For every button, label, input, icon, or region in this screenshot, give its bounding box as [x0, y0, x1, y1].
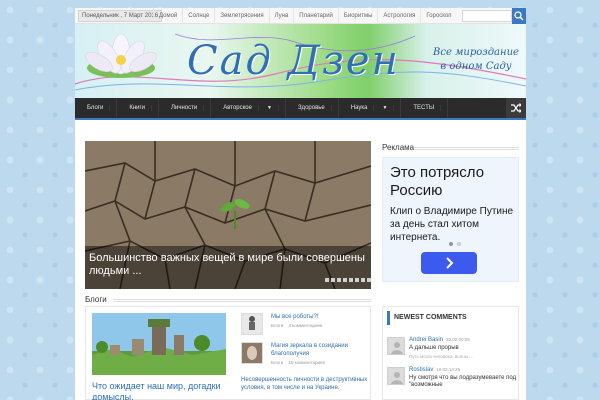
- shuffle-icon: [511, 103, 521, 113]
- blog-item-author[interactable]: Блоги: [271, 360, 283, 365]
- ad-heading: Реклама: [382, 143, 415, 152]
- featured-slider[interactable]: Большинство важных вещей в мире были сов…: [85, 141, 371, 289]
- robot-figure-icon: [242, 314, 262, 334]
- main-nav-label: Здоровье: [291, 105, 332, 111]
- blog-thumbnail[interactable]: [241, 342, 263, 364]
- slider-dot[interactable]: [343, 278, 347, 282]
- mirror-hands-icon: [242, 343, 262, 363]
- main-nav-persons[interactable]: Личности: [159, 98, 212, 118]
- main-nav-label: Книги: [123, 105, 153, 111]
- blog-thumbnail[interactable]: [241, 313, 263, 335]
- ad-dot[interactable]: [457, 242, 461, 246]
- main-nav-label: ТЕСТЫ: [407, 105, 442, 111]
- slider-caption[interactable]: Большинство важных вещей в мире были сов…: [85, 246, 371, 289]
- top-nav-earthquakes[interactable]: Землетрясения: [214, 8, 268, 24]
- widget-title: NEWEST COMMENTS: [387, 311, 516, 325]
- ad-banner[interactable]: Это потрясло Россию Клип о Владимире Пут…: [382, 157, 519, 282]
- main-nav-science[interactable]: Наука ▼: [339, 98, 402, 118]
- blog-item-title[interactable]: Магия зеркала в созидании благополучия: [271, 342, 371, 358]
- top-nav-moon[interactable]: Луна: [268, 8, 294, 24]
- blogs-heading-divider: [113, 299, 371, 302]
- comment-author-name[interactable]: Rostislav: [409, 367, 433, 373]
- main-nav-tests[interactable]: ТЕСТЫ: [401, 98, 449, 118]
- comment-text[interactable]: А дальше прорыв: [409, 345, 519, 352]
- top-nav-home[interactable]: Домой: [153, 8, 182, 24]
- blog-item-comments[interactable]: 3 комментариев: [289, 323, 323, 328]
- comment-time: 25.02.00:09: [446, 337, 470, 342]
- slider-dot[interactable]: [361, 278, 365, 282]
- comment-text[interactable]: Ну смотря что вы подразумеваете под "воз…: [409, 375, 519, 389]
- blog-item-author[interactable]: Блоги: [271, 323, 283, 328]
- main-nav-blogs[interactable]: Блоги: [75, 98, 118, 118]
- main-nav-label: Наука: [344, 105, 375, 111]
- main-nav-author[interactable]: Авторское ▼: [211, 98, 286, 118]
- user-avatar-icon: [391, 372, 403, 384]
- blog-item-title[interactable]: Несовершенность личности в деструктивных…: [241, 376, 371, 392]
- main-nav-books[interactable]: Книги: [117, 98, 160, 118]
- main-nav-health[interactable]: Здоровье: [286, 98, 339, 118]
- slider-dot[interactable]: [349, 278, 353, 282]
- search-input[interactable]: [462, 10, 512, 22]
- slider-dot[interactable]: [325, 278, 329, 282]
- top-nav: Домой Солнце Землетрясения Луна Планетар…: [153, 8, 457, 24]
- caret-down-icon: ▼: [260, 105, 279, 111]
- newest-comments-widget: NEWEST COMMENTS Andrei Basin 25.02.00:09 …: [382, 306, 519, 400]
- ad-dot[interactable]: [449, 242, 453, 246]
- chevron-right-icon: [446, 257, 454, 269]
- current-date: Понедельник , 7 Март 2016: [78, 10, 163, 22]
- main-nav: Блоги Книги Личности Авторское ▼ Здоровье…: [75, 98, 526, 120]
- top-nav-sun[interactable]: Солнце: [182, 8, 214, 24]
- top-nav-biorhythms[interactable]: Биоритмы: [337, 8, 378, 24]
- slider-dot[interactable]: [367, 278, 371, 282]
- comment-post-excerpt[interactable]: Путь мозга человека, волны ...: [409, 354, 473, 359]
- blog-main-title[interactable]: Что ожидает наш мир, догадки домыслы.: [92, 381, 232, 400]
- ad-pagination: [449, 242, 461, 246]
- blog-item-meta: Блоги 15 комментариев: [271, 360, 325, 365]
- fantasy-landscape-image: [92, 313, 226, 375]
- caret-down-icon: ▼: [376, 105, 395, 111]
- blog-main-image[interactable]: [92, 313, 226, 375]
- lotus-flower-icon: [85, 33, 157, 78]
- tagline-line-1: Все мироздание: [433, 47, 519, 58]
- ad-text[interactable]: Клип о Владимире Путине за день стал хит…: [390, 205, 515, 244]
- top-nav-horoscope[interactable]: Гороскоп: [420, 8, 456, 24]
- blogs-heading: Блоги: [85, 295, 107, 304]
- comment-author[interactable]: Andrei Basin 25.02.00:09: [409, 337, 470, 343]
- blog-item-comments[interactable]: 15 комментариев: [289, 360, 325, 365]
- slider-dot[interactable]: [355, 278, 359, 282]
- main-nav-label: Личности: [165, 105, 205, 111]
- user-avatar-icon: [391, 342, 403, 354]
- site-tagline: Все мироздание в одном Саду: [427, 46, 525, 74]
- comment-time: 16.02.14:26: [436, 367, 461, 372]
- comment-author[interactable]: Rostislav 16.02.14:26: [409, 367, 460, 373]
- blogs-section: Что ожидает наш мир, догадки домыслы. Мы…: [85, 306, 371, 400]
- slider-pagination: [325, 278, 371, 282]
- ad-next-button[interactable]: [421, 252, 477, 274]
- header-banner[interactable]: Сад Дзен Все мироздание в одном Саду: [75, 24, 526, 98]
- main-nav-label: Блоги: [81, 105, 111, 111]
- main-nav-label: Авторское: [217, 105, 259, 111]
- slider-dot[interactable]: [337, 278, 341, 282]
- top-nav-astrology[interactable]: Астрология: [377, 8, 420, 24]
- blog-item-title[interactable]: Мы все роботы?!: [271, 313, 371, 321]
- search-button[interactable]: [512, 8, 526, 24]
- ad-heading-divider: [414, 147, 519, 150]
- avatar[interactable]: [387, 337, 405, 355]
- comment-author-name[interactable]: Andrei Basin: [409, 337, 443, 343]
- tagline-line-2: в одном Саду: [440, 61, 512, 72]
- ad-title[interactable]: Это потрясло Россию: [390, 164, 515, 200]
- slider-dot[interactable]: [331, 278, 335, 282]
- random-article-button[interactable]: [506, 98, 526, 118]
- blog-item-meta: Блоги 3 комментариев: [271, 323, 322, 328]
- top-bar: Понедельник , 7 Март 2016 Домой Солнце З…: [75, 8, 526, 24]
- avatar[interactable]: [387, 367, 405, 385]
- site-title[interactable]: Сад Дзен: [187, 38, 400, 84]
- top-nav-planetarium[interactable]: Планетарий: [293, 8, 338, 24]
- search-icon: [514, 11, 524, 21]
